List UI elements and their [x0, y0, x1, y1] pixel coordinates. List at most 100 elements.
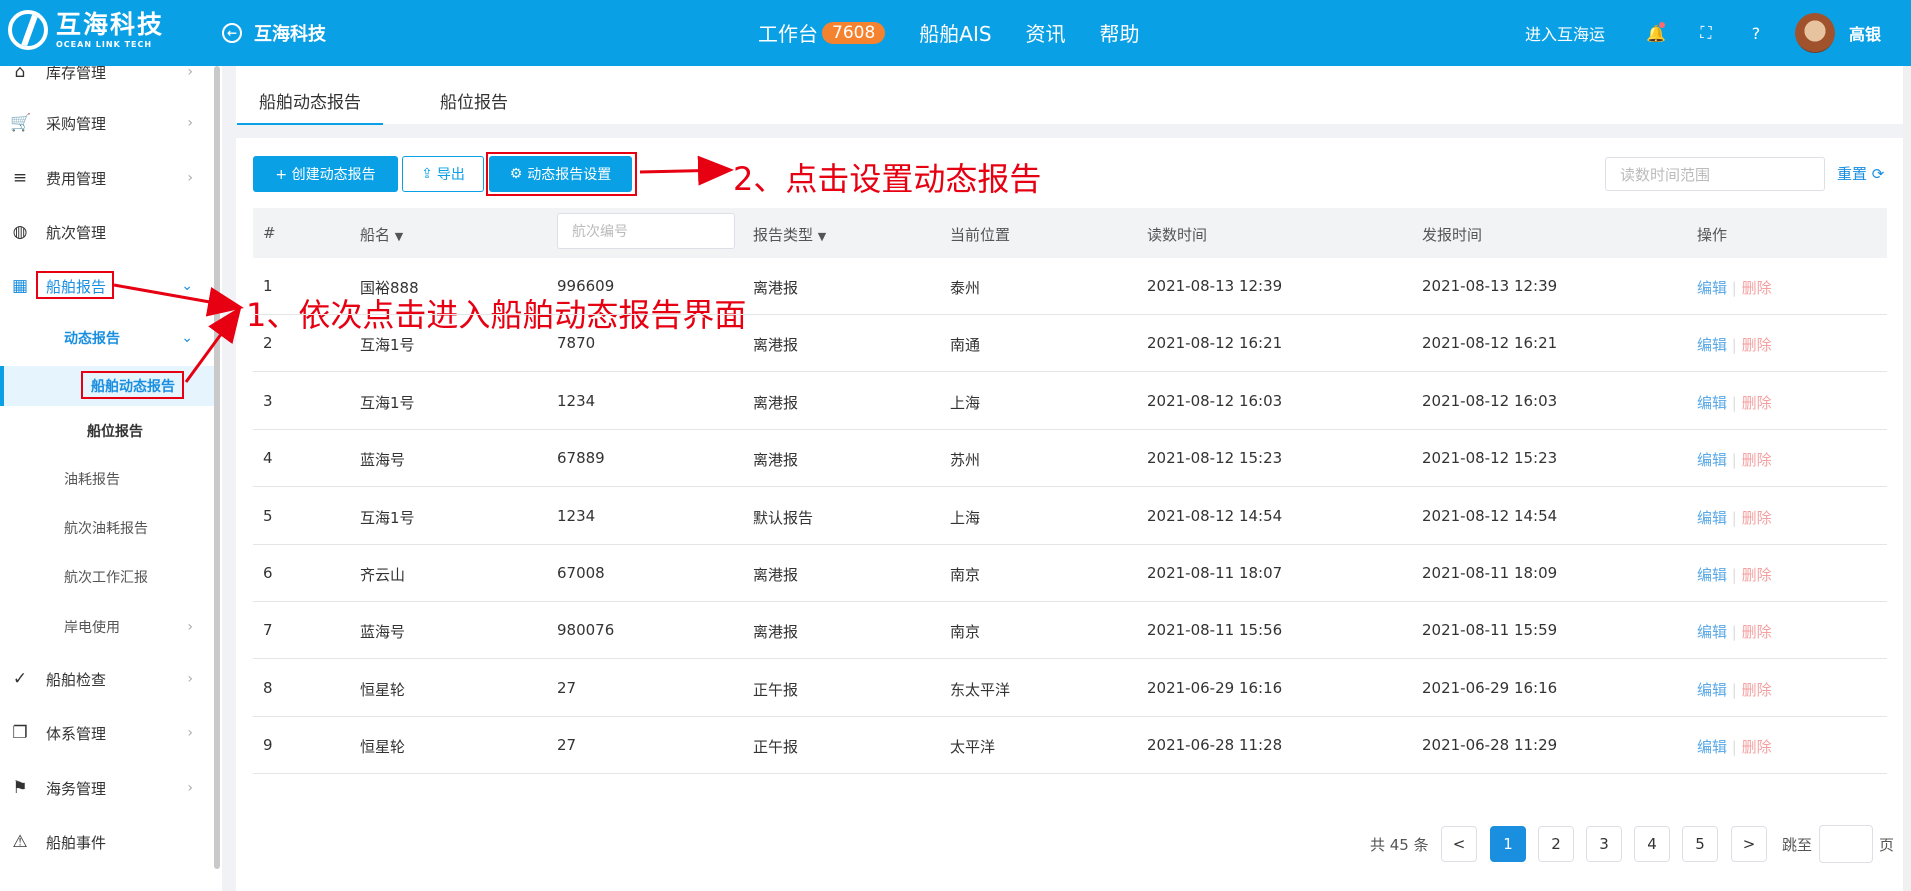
action-separator: | [1727, 393, 1742, 412]
cell-type: 离港报 [753, 566, 799, 584]
cell-no: 2 [263, 334, 273, 353]
col-position: 当前位置 [950, 226, 1011, 244]
cell-ship: 互海1号 [360, 336, 415, 355]
cell-voyage: 996609 [557, 277, 615, 295]
delete-link[interactable]: 删除 [1742, 394, 1772, 412]
cell-ship: 恒星轮 [360, 680, 406, 699]
table-row: 8 恒星轮 27 正午报 东太平洋 2021-06-29 16:16 2021-06-29 … [253, 660, 1887, 717]
table-row: 9 恒星轮 27 正午报 太平洋 2021-06-28 11:28 2021-06-28 1… [253, 717, 1887, 775]
caret-down-icon: ▼ [394, 230, 404, 243]
edit-link[interactable]: 编辑 [1697, 394, 1727, 412]
edit-link[interactable]: 编辑 [1697, 509, 1727, 527]
cell-voyage: 1234 [557, 391, 596, 410]
cell-no: 1 [263, 277, 273, 295]
cell-ship: 恒星轮 [360, 738, 406, 757]
cell-pos: 苏州 [950, 451, 981, 470]
cell-no: 6 [263, 564, 273, 582]
cell-sent: 2021-08-12 15:23 [1422, 449, 1558, 468]
delete-link[interactable]: 删除 [1742, 681, 1772, 699]
page-unit-label: 页 [1879, 836, 1895, 854]
cell-ship: 蓝海号 [360, 623, 406, 642]
delete-link[interactable]: 删除 [1742, 738, 1772, 756]
cell-read: 2021-08-12 16:21 [1147, 334, 1283, 353]
arrow-step1-a [113, 283, 244, 317]
col-read-time: 读数时间 [1147, 226, 1208, 244]
cell-sent: 2021-08-12 16:21 [1422, 334, 1558, 353]
action-separator: | [1727, 623, 1742, 642]
cell-pos: 南京 [950, 566, 981, 584]
action-separator: | [1727, 508, 1742, 527]
cell-voyage: 7870 [557, 334, 596, 353]
cell-voyage: 1234 [557, 506, 596, 525]
table-row: 2 互海1号 7870 离港报 南通 2021-08-12 16:21 2021-08-12… [253, 315, 1887, 373]
page-4-button[interactable]: 4 [1634, 826, 1670, 862]
cell-no: 9 [263, 736, 273, 755]
col-report-type-label: 报告类型 [753, 226, 814, 244]
edit-link[interactable]: 编辑 [1697, 451, 1727, 469]
voyage-filter-input[interactable]: 航次编号 [557, 213, 735, 249]
cell-read: 2021-08-11 15:56 [1147, 621, 1283, 640]
cell-read: 2021-08-11 18:07 [1147, 564, 1283, 582]
col-ship-label: 船名 [360, 226, 391, 244]
col-ship[interactable]: 船名 ▼ [360, 224, 403, 245]
delete-link[interactable]: 删除 [1742, 279, 1772, 297]
table-row: 3 互海1号 1234 离港报 上海 2021-08-12 16:03 2021-08-12… [253, 373, 1887, 430]
action-separator: | [1727, 738, 1742, 757]
dynamic-report-highlight-box [81, 371, 184, 399]
edit-link[interactable]: 编辑 [1697, 681, 1727, 699]
cell-type: 离港报 [753, 393, 799, 412]
edit-link[interactable]: 编辑 [1697, 738, 1727, 756]
cell-type: 离港报 [753, 451, 799, 470]
cell-read: 2021-08-12 14:54 [1147, 506, 1283, 525]
action-separator: | [1727, 336, 1742, 355]
page-2-button[interactable]: 2 [1538, 826, 1574, 862]
delete-link[interactable]: 删除 [1742, 623, 1772, 641]
cell-pos: 泰州 [950, 279, 981, 297]
next-page-button[interactable]: > [1731, 826, 1767, 862]
cell-sent: 2021-08-13 12:39 [1422, 277, 1558, 295]
cell-type: 离港报 [753, 623, 799, 642]
page-1-button[interactable]: 1 [1490, 826, 1526, 862]
cell-actions: 编辑 | 删除 [1697, 564, 1772, 585]
cell-read: 2021-08-12 15:23 [1147, 449, 1283, 468]
page-scrollbar[interactable] [1903, 66, 1911, 891]
cell-pos: 上海 [950, 508, 981, 527]
cell-voyage: 67008 [557, 564, 605, 582]
ship-report-highlight-box [36, 271, 114, 299]
edit-link[interactable]: 编辑 [1697, 566, 1727, 584]
cell-no: 4 [263, 449, 273, 468]
edit-link[interactable]: 编辑 [1697, 336, 1727, 354]
prev-page-button[interactable]: < [1441, 826, 1477, 862]
cell-type: 正午报 [753, 738, 799, 757]
goto-label: 跳至 [1782, 836, 1813, 854]
cell-voyage: 980076 [557, 621, 615, 640]
cell-actions: 编辑 | 删除 [1697, 679, 1772, 700]
page-5-button[interactable]: 5 [1682, 826, 1718, 862]
page-3-button[interactable]: 3 [1586, 826, 1622, 862]
cell-ship: 蓝海号 [360, 451, 406, 470]
cell-voyage: 27 [557, 736, 577, 755]
cell-no: 5 [263, 506, 273, 525]
cell-type: 离港报 [753, 336, 799, 355]
cell-read: 2021-08-13 12:39 [1147, 277, 1283, 295]
cell-ship: 互海1号 [360, 508, 415, 527]
cell-read: 2021-08-12 16:03 [1147, 391, 1283, 410]
col-report-type[interactable]: 报告类型 ▼ [753, 224, 826, 245]
cell-no: 3 [263, 391, 273, 410]
edit-link[interactable]: 编辑 [1697, 623, 1727, 641]
delete-link[interactable]: 删除 [1742, 336, 1772, 354]
cell-voyage: 27 [557, 678, 577, 697]
delete-link[interactable]: 删除 [1742, 566, 1772, 584]
goto-page-input[interactable] [1819, 825, 1873, 863]
delete-link[interactable]: 删除 [1742, 451, 1772, 469]
cell-actions: 编辑 | 删除 [1697, 277, 1772, 298]
edit-link[interactable]: 编辑 [1697, 279, 1727, 297]
cell-actions: 编辑 | 删除 [1697, 621, 1772, 642]
col-sent-time: 发报时间 [1422, 226, 1483, 244]
table-row: 4 蓝海号 67889 离港报 苏州 2021-08-12 15:23 2021-08-12… [253, 430, 1887, 488]
cell-ship: 互海1号 [360, 393, 415, 412]
delete-link[interactable]: 删除 [1742, 509, 1772, 527]
cell-sent: 2021-08-12 16:03 [1422, 391, 1558, 410]
table-row: 7 蓝海号 980076 离港报 南京 2021-08-11 15:56 2021-08-1… [253, 602, 1887, 660]
cell-pos: 太平洋 [950, 738, 996, 757]
